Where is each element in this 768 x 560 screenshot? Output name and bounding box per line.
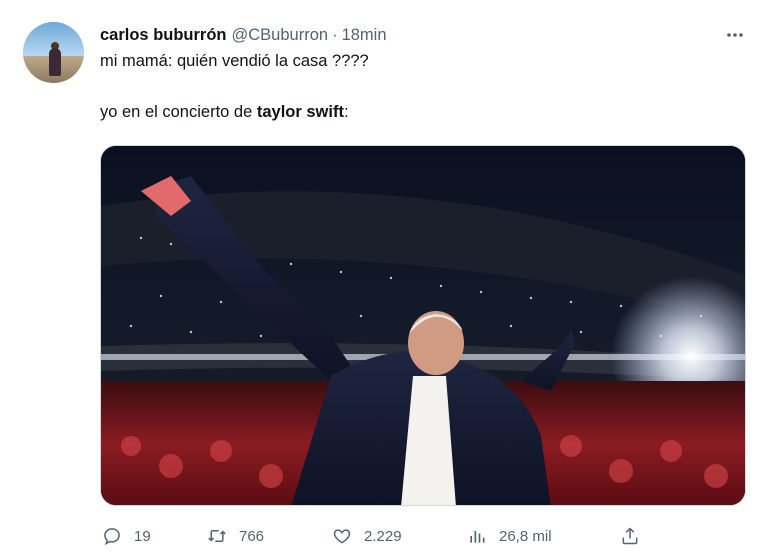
- share-button[interactable]: [620, 522, 652, 550]
- heart-icon: [333, 529, 351, 544]
- tweet-actions: 19 766 2.229 26,8 mil: [100, 522, 660, 550]
- like-button[interactable]: 2.229: [332, 522, 402, 550]
- tweet-text-suffix: :: [343, 103, 349, 121]
- retweet-button[interactable]: 766: [207, 522, 264, 550]
- author-handle[interactable]: @CBuburron: [232, 26, 329, 45]
- author-name[interactable]: carlos buburrón: [100, 26, 227, 45]
- tweet: carlos buburrón @CBuburron · 18min mi ma…: [0, 0, 768, 560]
- tweet-header: carlos buburrón @CBuburron · 18min: [100, 24, 387, 46]
- more-horizontal-icon: [727, 33, 743, 37]
- reply-icon: [104, 528, 120, 546]
- reply-button[interactable]: 19: [102, 522, 151, 550]
- tweet-photo[interactable]: [100, 145, 746, 506]
- like-count: 2.229: [364, 527, 402, 545]
- tweet-text-line-1: mi mamá: quién vendió la casa ????: [100, 52, 369, 70]
- avatar[interactable]: [23, 22, 84, 83]
- more-options-button[interactable]: [722, 24, 748, 46]
- tweet-text-prefix: yo en el concierto de: [100, 103, 257, 121]
- retweet-icon: [208, 530, 226, 542]
- retweet-count: 766: [239, 527, 265, 545]
- reply-count: 19: [134, 527, 151, 545]
- share-icon: [622, 527, 638, 545]
- tweet-text-line-2: yo en el concierto de taylor swift:: [100, 103, 349, 122]
- views-button[interactable]: 26,8 mil: [467, 522, 552, 550]
- stadium-photo: [101, 146, 745, 505]
- tweet-text-bold: taylor swift: [256, 103, 344, 121]
- views-icon: [470, 531, 485, 543]
- timestamp[interactable]: 18min: [342, 26, 387, 45]
- views-count: 26,8 mil: [499, 527, 552, 545]
- separator-dot: ·: [332, 25, 338, 44]
